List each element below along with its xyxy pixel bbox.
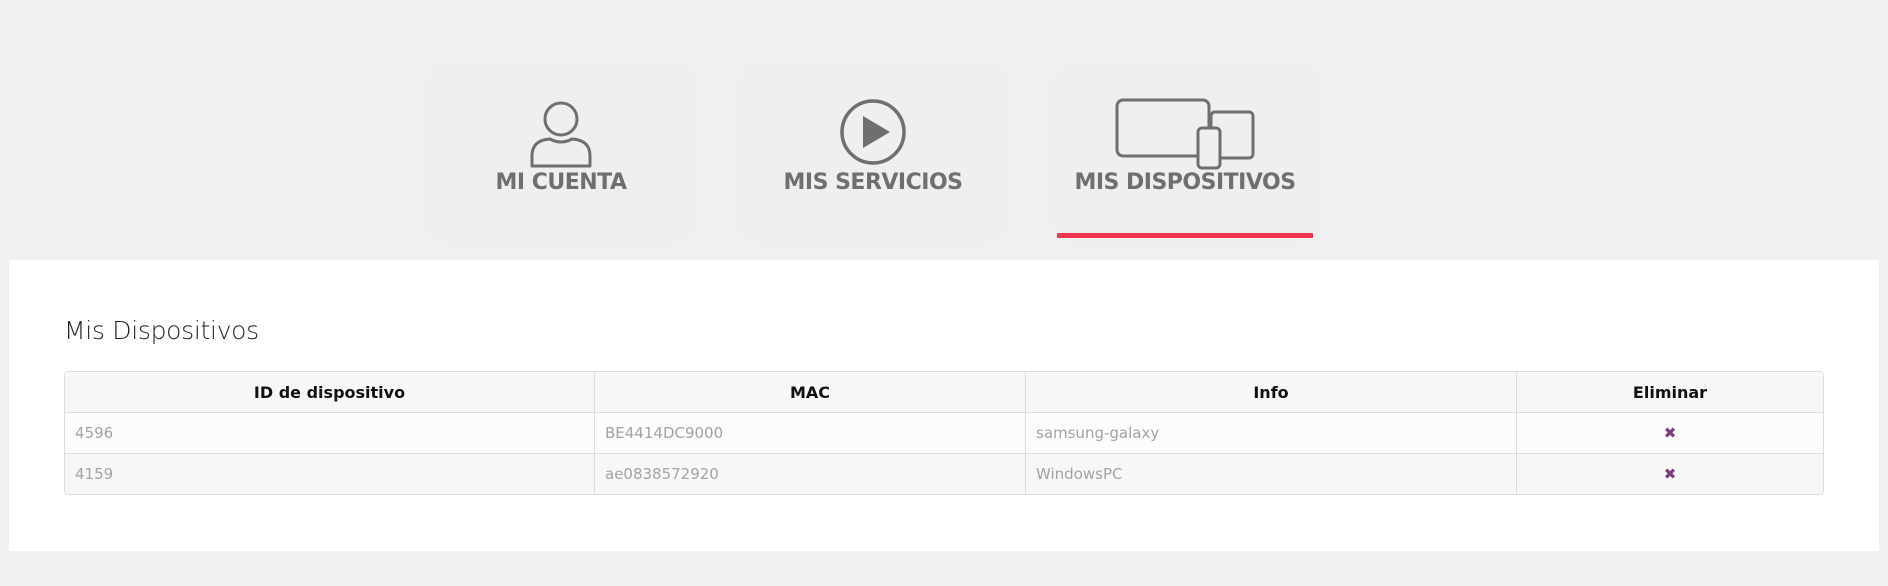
tab-mi-cuenta[interactable]: MI CUENTA: [432, 68, 690, 238]
page-title: Mis Dispositivos: [64, 316, 259, 345]
device-mac-cell: BE4414DC9000: [595, 413, 1026, 454]
delete-cell: ✖: [1517, 454, 1823, 494]
devices-table: ID de dispositivo MAC Info Eliminar 4596…: [64, 371, 1824, 495]
device-id-cell: 4596: [65, 413, 595, 454]
column-header-info: Info: [1026, 372, 1517, 413]
play-icon: [838, 98, 908, 170]
table-header-row: ID de dispositivo MAC Info Eliminar: [65, 372, 1823, 413]
account-tabs: MI CUENTA MIS SERVICIOS MIS DISPOSITIVOS: [0, 0, 1888, 260]
device-mac-cell: ae0838572920: [595, 454, 1026, 494]
column-header-id: ID de dispositivo: [65, 372, 595, 413]
delete-cell: ✖: [1517, 413, 1823, 454]
close-icon[interactable]: ✖: [1664, 467, 1677, 482]
tab-label: MIS SERVICIOS: [783, 170, 964, 195]
device-info-cell: WindowsPC: [1026, 454, 1517, 494]
active-tab-indicator: [1057, 233, 1313, 238]
table-row: 4159 ae0838572920 WindowsPC ✖: [65, 454, 1823, 494]
user-icon: [526, 98, 596, 170]
device-id-cell: 4159: [65, 454, 595, 494]
column-header-eliminar: Eliminar: [1517, 372, 1823, 413]
devices-icon: [1114, 98, 1256, 170]
close-icon[interactable]: ✖: [1664, 426, 1677, 441]
table-row: 4596 BE4414DC9000 samsung-galaxy ✖: [65, 413, 1823, 454]
tab-label: MIS DISPOSITIVOS: [1074, 170, 1296, 195]
tab-label: MI CUENTA: [495, 170, 627, 195]
device-info-cell: samsung-galaxy: [1026, 413, 1517, 454]
tab-mis-dispositivos[interactable]: MIS DISPOSITIVOS: [1057, 68, 1313, 238]
column-header-mac: MAC: [595, 372, 1026, 413]
devices-panel: Mis Dispositivos ID de dispositivo MAC I…: [9, 260, 1879, 551]
tab-mis-servicios[interactable]: MIS SERVICIOS: [744, 68, 1002, 238]
